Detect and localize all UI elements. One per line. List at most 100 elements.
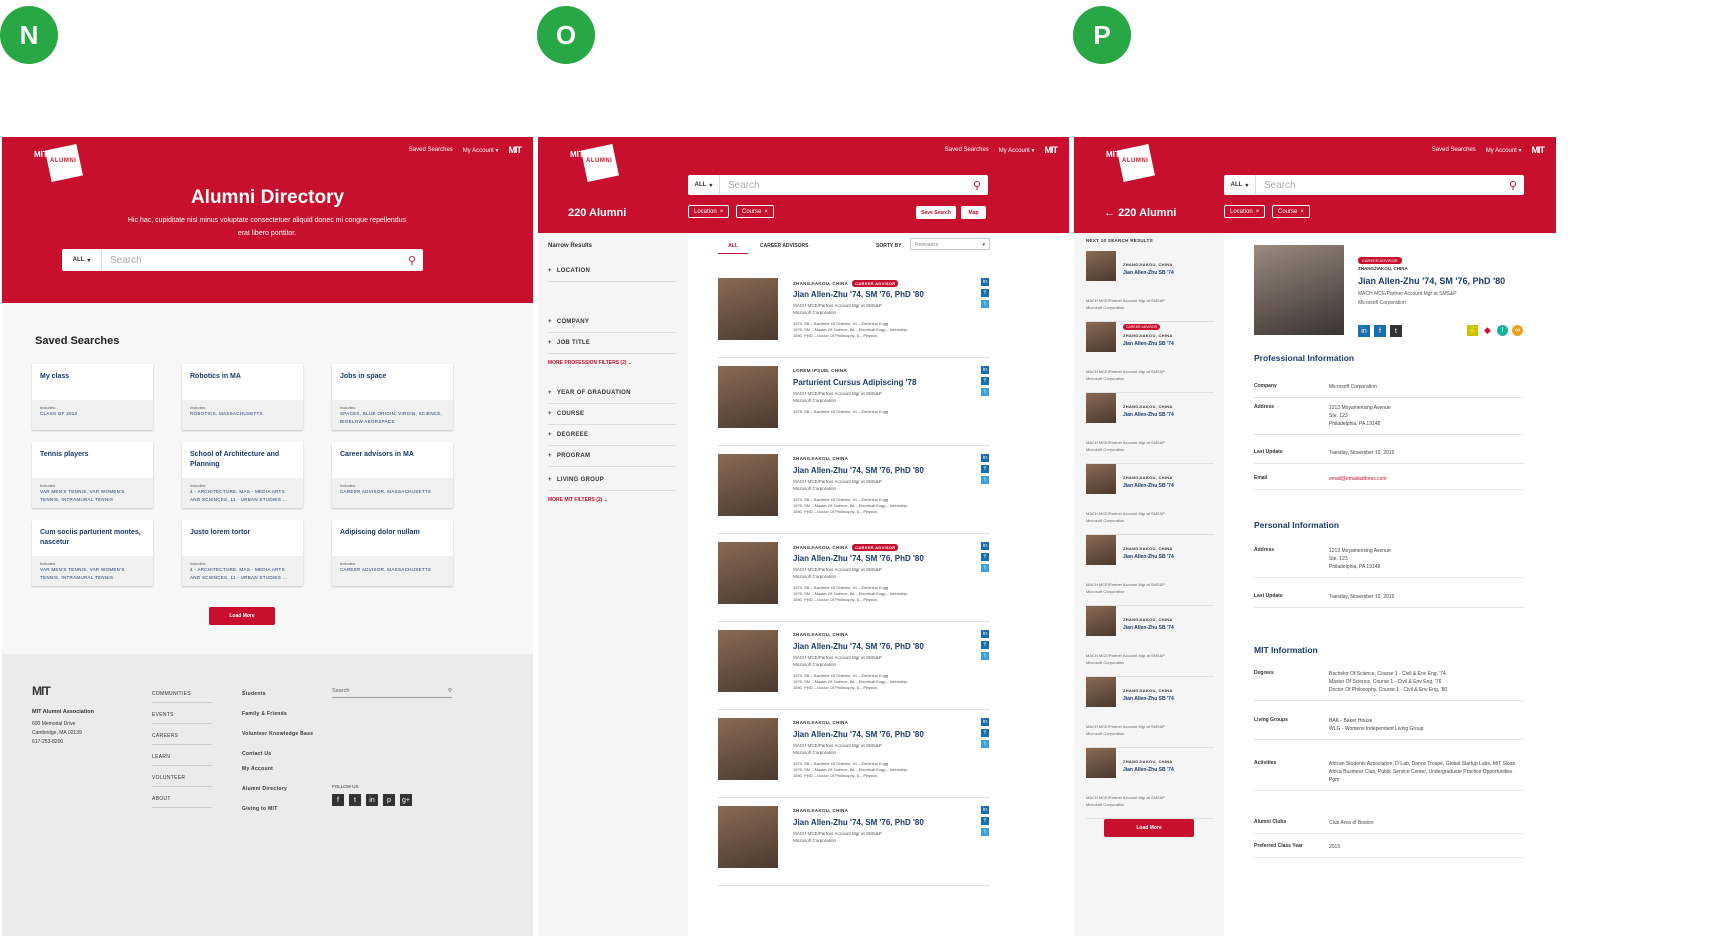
- list-name[interactable]: Jian Allen-Zhu SB '74: [1123, 270, 1174, 276]
- saved-search-card[interactable]: Career advisors in MA Includes: CAREER ADV…: [332, 442, 453, 508]
- avatar[interactable]: [718, 542, 778, 604]
- list-name[interactable]: Jian Allen-Zhu SB '74: [1123, 625, 1174, 631]
- sort-dropdown[interactable]: Relevance ▾: [910, 238, 990, 250]
- result-name[interactable]: Parturient Cursus Adipiscing '78: [793, 378, 916, 387]
- list-item[interactable]: ZHANGJIAKOU, CHINA Jian Allen-Zhu SB '74 M…: [1086, 393, 1214, 464]
- twitter-icon[interactable]: t: [981, 652, 989, 660]
- filter-course[interactable]: + COURSE: [548, 411, 676, 425]
- load-more-button[interactable]: Load More: [1104, 819, 1194, 837]
- search-input[interactable]: Search: [102, 255, 401, 266]
- twitter-icon[interactable]: t: [981, 740, 989, 748]
- saved-search-card[interactable]: My class Includes: CLASS OF 2012: [32, 364, 153, 430]
- twitter-icon[interactable]: t: [349, 794, 361, 806]
- avatar[interactable]: [718, 718, 778, 780]
- result-item[interactable]: LOREM IPSUM, CHINA Parturient Cursus Adip…: [718, 366, 990, 446]
- result-name[interactable]: Jian Allen-Zhu '74, SM '76, PhD '80: [793, 554, 924, 563]
- saved-search-card[interactable]: Adipiscing dolor nullam Includes: CAREER A…: [332, 520, 453, 586]
- more-profession-filters-link[interactable]: MORE PROFESSION FILTERS (2) ⌄: [548, 360, 632, 366]
- list-item[interactable]: CAREER ADVISOR ZHANGJIAKOU, CHINA Jian All…: [1086, 322, 1214, 393]
- linkedin-icon[interactable]: in: [981, 718, 989, 726]
- list-item[interactable]: ZHANGJIAKOU, CHINA Jian Allen-Zhu SB '74 M…: [1086, 606, 1214, 677]
- avatar[interactable]: [1086, 464, 1116, 494]
- result-item[interactable]: ZHANGJIAKOU, CHINA Jian Allen-Zhu '74, SM…: [718, 806, 990, 886]
- facebook-icon[interactable]: f: [981, 817, 989, 825]
- chip-course[interactable]: Course ×: [736, 205, 774, 218]
- avatar[interactable]: [1086, 251, 1116, 281]
- avatar[interactable]: [1086, 606, 1116, 636]
- twitter-icon[interactable]: t: [981, 828, 989, 836]
- filter-company[interactable]: + COMPANY: [548, 319, 676, 333]
- back-to-results[interactable]: ← 220 Alumni: [1104, 207, 1176, 219]
- facebook-icon[interactable]: f: [332, 794, 344, 806]
- search-input[interactable]: Search: [720, 180, 966, 191]
- saved-search-card[interactable]: Cum sociis parturient montes, nascetur In…: [32, 520, 153, 586]
- list-name[interactable]: Jian Allen-Zhu SB '74: [1123, 412, 1174, 418]
- result-item[interactable]: ZHANGJIAKOU, CHINA Jian Allen-Zhu '74, SM…: [718, 630, 990, 710]
- linkedin-icon[interactable]: in: [981, 278, 989, 286]
- result-name[interactable]: Jian Allen-Zhu '74, SM '76, PhD '80: [793, 466, 924, 475]
- result-item[interactable]: ZHANGJIAKOU, CHINA Jian Allen-Zhu '74, SM…: [718, 718, 990, 798]
- avatar[interactable]: [718, 630, 778, 692]
- list-item[interactable]: ZHANGJIAKOU, CHINA Jian Allen-Zhu SB '74 M…: [1086, 535, 1214, 606]
- list-name[interactable]: Jian Allen-Zhu SB '74: [1123, 483, 1174, 489]
- list-item[interactable]: ZHANGJIAKOU, CHINA Jian Allen-Zhu SB '74 M…: [1086, 748, 1214, 819]
- chip-course[interactable]: Course ×: [1272, 205, 1310, 218]
- search-icon[interactable]: ⚲: [966, 179, 988, 192]
- saved-searches-link[interactable]: Saved Searches: [1432, 147, 1476, 153]
- filter-program[interactable]: + PROGRAM: [548, 453, 676, 467]
- scope-dropdown[interactable]: ALL ▾: [62, 249, 102, 271]
- filter-degreee[interactable]: + DEGREEE: [548, 432, 676, 446]
- saved-search-card[interactable]: Justo lorem tortor Includes: 4 - ARCHITECT…: [182, 520, 303, 586]
- footer-nav-link[interactable]: EVENTS: [152, 712, 212, 724]
- footer-link[interactable]: My Account: [242, 766, 287, 772]
- avatar[interactable]: [718, 454, 778, 516]
- linkedin-icon[interactable]: in: [981, 366, 989, 374]
- mit-alumni-logo[interactable]: MIT ALUMNI: [34, 144, 84, 182]
- linkedin-icon[interactable]: in: [981, 806, 989, 814]
- footer-nav-link[interactable]: COMMUNITIES: [152, 691, 212, 703]
- result-item[interactable]: ZHANGJIAKOU, CHINA Jian Allen-Zhu '74, SM…: [718, 454, 990, 534]
- footer-link[interactable]: Volunteer Knowledge Base: [242, 731, 313, 737]
- my-account-menu[interactable]: My Account ▾: [1486, 147, 1522, 154]
- list-item[interactable]: ZHANGJIAKOU, CHINA Jian Allen-Zhu SB '74 M…: [1086, 464, 1214, 535]
- search-input[interactable]: Search: [1256, 180, 1502, 191]
- linkedin-icon[interactable]: in: [981, 542, 989, 550]
- linkedin-icon[interactable]: in: [366, 794, 378, 806]
- result-item[interactable]: ZHANGJIAKOU, CHINA CAREER ADVISOR Jian All…: [718, 278, 990, 358]
- twitter-icon[interactable]: t: [981, 300, 989, 308]
- search-icon[interactable]: ⚲: [401, 254, 423, 267]
- save-search-button[interactable]: Save Search: [916, 206, 956, 219]
- filter-location[interactable]: + LOCATION: [548, 268, 676, 282]
- avatar[interactable]: [718, 278, 778, 340]
- footer-link[interactable]: Students: [242, 691, 313, 697]
- facebook-icon[interactable]: f: [981, 377, 989, 385]
- filter-living-group[interactable]: + LIVING GROUP: [548, 477, 676, 491]
- pinterest-icon[interactable]: p: [383, 794, 395, 806]
- mit-alumni-logo[interactable]: MIT ALUMNI: [570, 144, 620, 182]
- avatar[interactable]: [1086, 677, 1116, 707]
- result-name[interactable]: Jian Allen-Zhu '74, SM '76, PhD '80: [793, 818, 924, 827]
- avatar[interactable]: [1086, 322, 1116, 352]
- facebook-icon[interactable]: f: [1374, 325, 1386, 337]
- twitter-icon[interactable]: t: [981, 476, 989, 484]
- my-account-menu[interactable]: My Account ▾: [999, 147, 1035, 154]
- saved-search-card[interactable]: Robotics in MA Includes: ROBOTICS, MASSACH…: [182, 364, 303, 430]
- list-item[interactable]: ZHANGJIAKOU, CHINA Jian Allen-Zhu SB '74 M…: [1086, 251, 1214, 322]
- tab-career-advisors[interactable]: CAREER ADVISORS: [760, 243, 808, 249]
- load-more-button[interactable]: Load More: [209, 607, 275, 625]
- result-name[interactable]: Jian Allen-Zhu '74, SM '76, PhD '80: [793, 730, 924, 739]
- avatar[interactable]: [1086, 535, 1116, 565]
- twitter-icon[interactable]: t: [981, 564, 989, 572]
- filter-job-title[interactable]: + JOB TITLE: [548, 340, 676, 354]
- chip-location[interactable]: Location ×: [688, 205, 730, 218]
- result-name[interactable]: Jian Allen-Zhu '74, SM '76, PhD '80: [793, 290, 924, 299]
- scope-dropdown[interactable]: ALL ▾: [688, 175, 720, 195]
- facebook-icon[interactable]: f: [981, 289, 989, 297]
- list-name[interactable]: Jian Allen-Zhu SB '74: [1123, 341, 1174, 347]
- saved-searches-link[interactable]: Saved Searches: [945, 147, 989, 153]
- result-name[interactable]: Jian Allen-Zhu '74, SM '76, PhD '80: [793, 642, 924, 651]
- avatar[interactable]: [718, 366, 778, 428]
- facebook-icon[interactable]: f: [981, 465, 989, 473]
- search-icon[interactable]: ⚲: [1502, 179, 1524, 192]
- facebook-icon[interactable]: f: [981, 729, 989, 737]
